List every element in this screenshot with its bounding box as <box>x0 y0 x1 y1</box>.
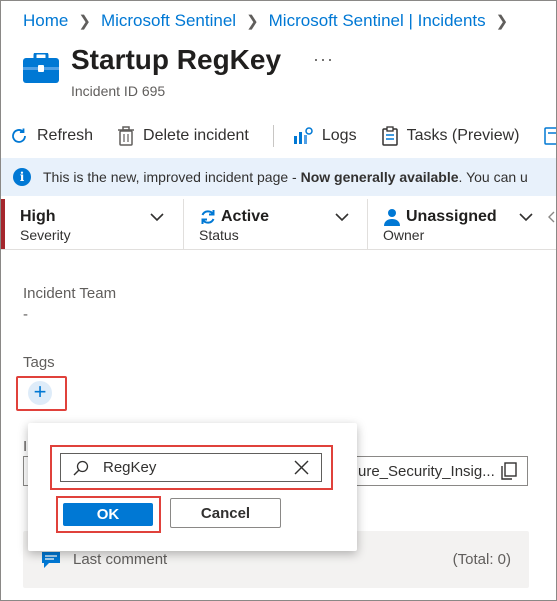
owner-label: Owner <box>383 227 425 243</box>
delete-incident-button[interactable]: Delete incident <box>117 126 249 146</box>
incident-id: Incident ID 695 <box>71 83 166 99</box>
toolbar-divider <box>272 125 274 147</box>
comment-total: (Total: 0) <box>452 551 511 568</box>
severity-value: High <box>20 208 56 225</box>
add-tag-button[interactable]: + <box>16 376 67 411</box>
logs-button[interactable]: Logs <box>292 126 357 146</box>
tasks-label: Tasks (Preview) <box>406 127 520 144</box>
banner-text-tail: . You can u <box>458 169 528 185</box>
status-label: Status <box>199 227 239 243</box>
status-value: Active <box>221 208 270 225</box>
comment-icon <box>42 552 60 568</box>
breadcrumb-incidents[interactable]: Microsoft Sentinel | Incidents <box>269 11 486 31</box>
search-icon <box>73 460 89 475</box>
severity-label: Severity <box>20 227 71 243</box>
workspace-link-field[interactable]: ure_Security_Insig... <box>351 456 528 486</box>
tags-label: Tags <box>23 354 55 371</box>
breadcrumb-home[interactable]: Home <box>23 11 68 31</box>
severity-dropdown[interactable]: High Severity <box>1 199 183 249</box>
hidden-field-label: I <box>23 438 28 455</box>
page-title: Startup RegKey <box>71 44 282 75</box>
trash-icon <box>118 126 135 146</box>
chevron-down-icon <box>519 213 533 222</box>
tag-search-box[interactable] <box>60 453 322 482</box>
incident-team-label: Incident Team <box>23 285 117 302</box>
tag-search-input[interactable] <box>103 459 283 476</box>
more-options-button[interactable]: ··· <box>313 49 334 70</box>
chevron-right-icon: ❯ <box>495 13 509 30</box>
command-bar: Refresh Delete incident Logs Tasks (Prev… <box>1 121 556 151</box>
refresh-status-icon <box>201 210 215 224</box>
person-icon <box>384 209 400 226</box>
status-main: Active <box>199 208 269 226</box>
close-icon[interactable] <box>294 460 309 475</box>
refresh-button[interactable]: Refresh <box>9 126 93 146</box>
chevron-left-icon[interactable] <box>546 211 556 223</box>
banner-bold-text: Now generally available <box>300 169 459 185</box>
clipboard-icon <box>381 126 398 146</box>
delete-label: Delete incident <box>143 127 249 144</box>
tag-search-highlight <box>50 445 333 490</box>
logs-label: Logs <box>321 127 357 144</box>
info-icon: i <box>13 168 31 186</box>
owner-dropdown[interactable]: Unassigned Owner <box>368 199 556 249</box>
incident-team-value: - <box>23 306 28 323</box>
incident-status-bar: High Severity Active Status Unassigned O… <box>1 199 556 250</box>
briefcase-icon <box>23 51 59 88</box>
info-banner: i This is the new, improved incident pag… <box>1 158 556 196</box>
logs-chart-icon <box>293 127 313 144</box>
status-dropdown[interactable]: Active Status <box>184 199 367 249</box>
refresh-label: Refresh <box>37 127 94 144</box>
breadcrumb: Home ❯ Microsoft Sentinel ❯ Microsoft Se… <box>23 11 518 31</box>
last-comment-label: Last comment <box>73 551 168 568</box>
chevron-right-icon: ❯ <box>246 13 259 30</box>
chevron-right-icon: ❯ <box>78 13 91 30</box>
incident-page: Home ❯ Microsoft Sentinel ❯ Microsoft Se… <box>0 0 557 601</box>
workspace-link-value: ure_Security_Insig... <box>358 462 495 480</box>
ok-button[interactable]: OK <box>63 503 153 526</box>
chevron-down-icon <box>335 213 349 222</box>
chevron-down-icon <box>150 213 164 222</box>
add-icon: + <box>28 381 52 405</box>
owner-value: Unassigned <box>406 208 497 225</box>
cancel-button[interactable]: Cancel <box>170 498 281 528</box>
tasks-button[interactable]: Tasks (Preview) <box>381 126 520 146</box>
banner-text: This is the new, improved incident page … <box>43 169 301 185</box>
owner-main: Unassigned <box>383 208 497 226</box>
copy-icon[interactable] <box>501 462 517 480</box>
ok-button-highlight: OK <box>56 496 161 533</box>
overflow-toolbar-icon[interactable] <box>543 126 556 146</box>
refresh-icon <box>12 128 26 143</box>
breadcrumb-sentinel[interactable]: Microsoft Sentinel <box>101 11 236 31</box>
